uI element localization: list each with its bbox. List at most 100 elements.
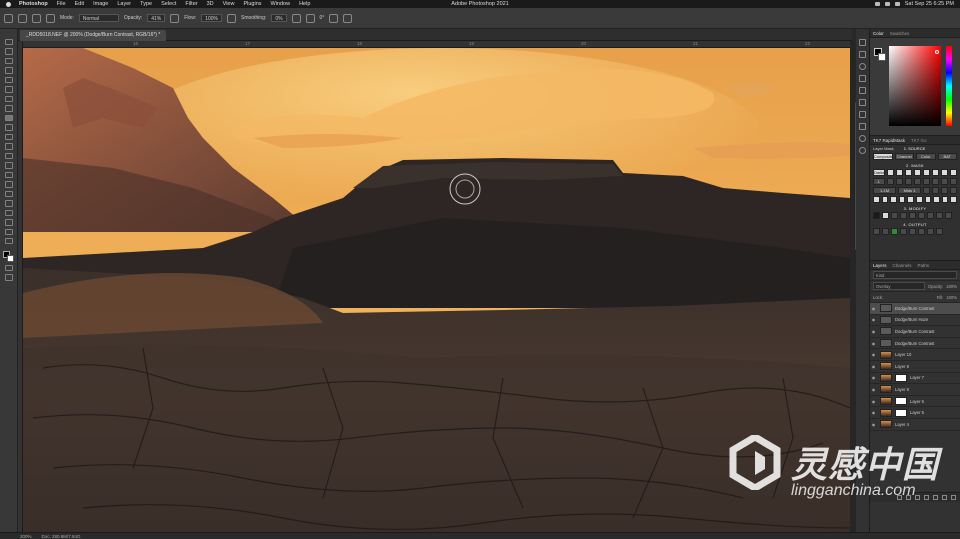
output-button[interactable] (936, 228, 943, 235)
visibility-eye-icon[interactable]: ◉ (870, 364, 877, 369)
tab-channels[interactable]: Channels (893, 261, 912, 269)
symmetry-icon[interactable] (343, 13, 353, 23)
layer-fill-value[interactable]: 100% (946, 295, 957, 300)
hue-slider[interactable] (946, 46, 952, 126)
mask-button[interactable] (924, 196, 932, 203)
color-picker-handle[interactable] (935, 50, 939, 54)
eyedropper-tool-icon[interactable] (4, 95, 13, 103)
mask-button[interactable] (914, 169, 921, 176)
visibility-eye-icon[interactable]: ◉ (870, 329, 877, 334)
pen-tool-icon[interactable] (4, 181, 13, 188)
output-button[interactable] (918, 228, 925, 235)
visibility-eye-icon[interactable]: ◉ (870, 422, 877, 427)
zoom-level[interactable]: 200% (20, 534, 32, 539)
move-tool-icon[interactable] (4, 39, 13, 46)
menu-plugins[interactable]: Plugins (243, 1, 261, 7)
layer-opacity-value[interactable]: 100% (946, 284, 957, 289)
modify-button[interactable] (927, 212, 934, 219)
darks-button[interactable]: Darks (873, 169, 885, 176)
mask-button[interactable] (950, 169, 957, 176)
history-icon[interactable] (859, 39, 866, 46)
wifi-icon[interactable] (874, 2, 880, 6)
mask-button[interactable] (907, 196, 914, 203)
pressure-opacity-icon[interactable] (170, 13, 180, 23)
tab-tk7-go[interactable]: TK7 Go (911, 136, 927, 144)
output-button[interactable] (927, 228, 934, 235)
gear-icon[interactable] (291, 13, 301, 23)
history-brush-tool-icon[interactable] (4, 133, 13, 141)
mask-button[interactable] (873, 196, 880, 203)
composite-button[interactable]: Composite (873, 153, 893, 160)
modify-button[interactable] (909, 212, 916, 219)
hand-tool-icon[interactable] (4, 219, 13, 226)
dodge-tool-icon[interactable] (4, 171, 13, 179)
visibility-eye-icon[interactable]: ◉ (870, 399, 877, 404)
modify-button[interactable] (918, 212, 925, 219)
output-button[interactable] (891, 228, 898, 235)
pressure-size-icon[interactable] (329, 13, 339, 23)
output-button[interactable] (909, 228, 916, 235)
bat-button[interactable]: BAT (937, 153, 957, 160)
mask-button[interactable] (905, 169, 912, 176)
tab-color[interactable]: Color (873, 29, 884, 37)
quick-select-tool-icon[interactable] (4, 67, 13, 74)
layer-row[interactable]: ◉ Dodge/Burn Contrast (870, 326, 960, 338)
color-swatches[interactable] (3, 250, 14, 262)
color-button[interactable]: Color (916, 153, 936, 160)
kind-filter[interactable]: Kind (873, 271, 957, 279)
trash-icon[interactable] (951, 495, 956, 500)
search-icon[interactable] (894, 2, 900, 6)
layer-row[interactable]: ◉ Layer 5 (870, 407, 960, 419)
layer-row[interactable]: ◉ Layer 8 (870, 384, 960, 396)
mask-button[interactable] (932, 178, 939, 185)
output-button[interactable] (900, 228, 907, 235)
eraser-tool-icon[interactable] (4, 143, 13, 150)
home-icon[interactable] (4, 13, 13, 23)
mask-button[interactable] (941, 178, 948, 185)
background-color[interactable] (7, 254, 14, 262)
angle-icon[interactable] (305, 13, 315, 23)
clone-stamp-tool-icon[interactable] (4, 124, 13, 131)
brushes-icon[interactable] (859, 123, 866, 130)
tab-layers[interactable]: Layers (873, 261, 887, 269)
menu-help[interactable]: Help (299, 1, 310, 7)
menu-type[interactable]: Type (140, 1, 152, 7)
mask-button[interactable] (915, 196, 923, 203)
mask-button[interactable] (923, 187, 930, 194)
zoom-tool-icon[interactable] (4, 228, 13, 235)
channel-button[interactable]: Channel (894, 153, 914, 160)
tab-tk7-rapidmask[interactable]: TK7 RapidMask (873, 136, 905, 144)
visibility-eye-icon[interactable]: ◉ (870, 317, 877, 322)
apple-icon[interactable] (6, 1, 11, 7)
menu-edit[interactable]: Edit (75, 1, 84, 7)
tab-paths[interactable]: Paths (918, 261, 930, 269)
modify-button[interactable] (936, 212, 943, 219)
rectangle-tool-icon[interactable] (4, 209, 13, 217)
layer-row[interactable]: ◉ Layer 7 (870, 373, 960, 385)
airbrush-icon[interactable] (227, 13, 237, 23)
paragraph-icon[interactable] (859, 87, 866, 94)
lasso-tool-icon[interactable] (4, 57, 13, 65)
screen-mode-icon[interactable] (4, 274, 13, 281)
layer-mask-thumbnail[interactable] (895, 397, 907, 406)
quick-mask-icon[interactable] (4, 264, 13, 272)
mask-button[interactable] (890, 196, 897, 203)
visibility-eye-icon[interactable]: ◉ (870, 341, 877, 346)
visibility-eye-icon[interactable]: ◉ (870, 410, 877, 415)
menu-filter[interactable]: Filter (185, 1, 197, 7)
mids-1-button[interactable]: Mids 1 (898, 187, 921, 194)
layer-row[interactable]: ◉ Dodge/Burn Haze (870, 315, 960, 327)
clock[interactable]: Sat Sep 25 6:25 PM (905, 1, 954, 7)
mask-button[interactable] (905, 178, 912, 185)
mask-button[interactable] (923, 178, 930, 185)
more-tools-icon[interactable] (4, 238, 13, 245)
type-tool-icon[interactable] (4, 190, 13, 198)
mask-button[interactable] (896, 178, 903, 185)
brush-tool-icon[interactable] (18, 13, 27, 23)
angle-field[interactable]: 0° (320, 15, 325, 21)
menu-layer[interactable]: Layer (117, 1, 131, 7)
layer-row[interactable]: ◉ Layer 6 (870, 396, 960, 408)
menu-3d[interactable]: 3D (207, 1, 214, 7)
mask-button[interactable] (881, 196, 889, 203)
menu-view[interactable]: View (223, 1, 235, 7)
